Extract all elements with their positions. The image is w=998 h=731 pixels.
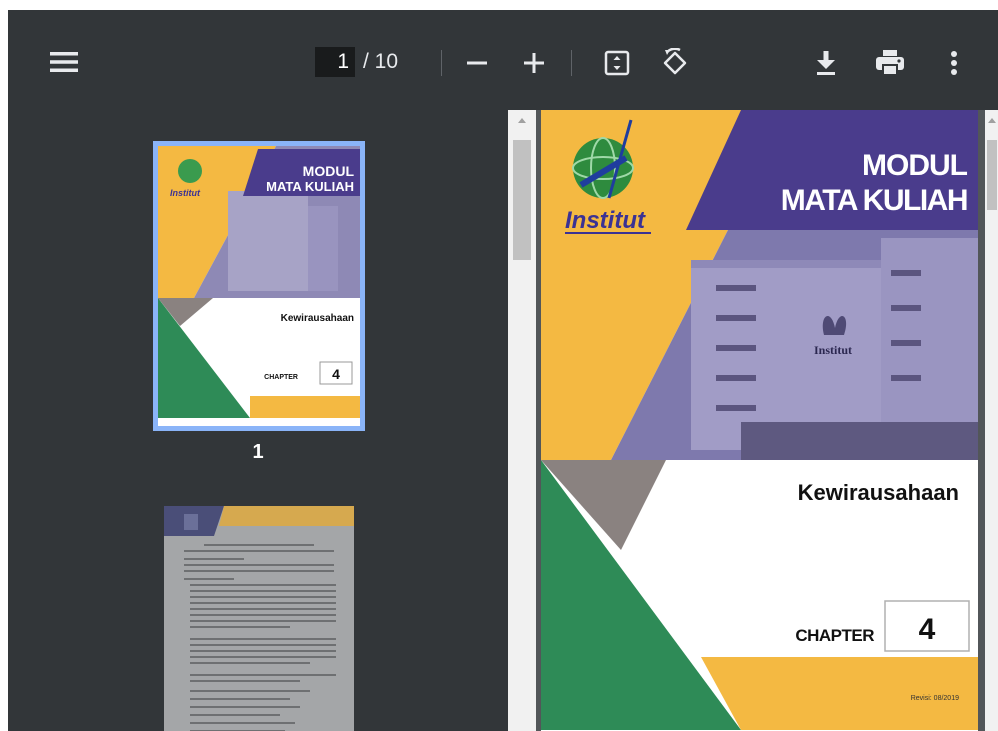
cover-institution: Institut bbox=[565, 207, 646, 234]
minus-icon[interactable] bbox=[462, 48, 492, 78]
thumb-chapter-label: CHAPTER bbox=[264, 374, 298, 381]
viewer-scrollbar[interactable] bbox=[985, 110, 998, 731]
cover-revision: Revisi: 08/2019 bbox=[911, 695, 959, 702]
page-number-input[interactable]: 1 bbox=[315, 47, 355, 77]
scrollbar-thumb[interactable] bbox=[987, 140, 997, 210]
thumb-title-line2: MATA KULIAH bbox=[266, 179, 354, 194]
sidebar-scrollbar[interactable] bbox=[508, 110, 536, 731]
cover-chapter-label: CHAPTER bbox=[795, 626, 874, 645]
hamburger-menu-icon[interactable] bbox=[42, 48, 86, 76]
cover-gold-footer bbox=[701, 657, 978, 730]
pdf-viewer: 1 / 10 MODUL MATA KULIAH Institut Kewira… bbox=[8, 10, 998, 731]
thumb-institution: Institut bbox=[170, 188, 201, 198]
thumbnail-page-1[interactable]: MODUL MATA KULIAH Institut Kewirausahaan… bbox=[153, 141, 365, 431]
rotate-counterclockwise-icon[interactable] bbox=[659, 46, 693, 80]
thumb-globe-logo bbox=[178, 159, 202, 183]
document-viewer[interactable]: Institut MODUL MATA KULIAH Institut Kewi… bbox=[508, 110, 998, 731]
more-vert-icon[interactable] bbox=[940, 47, 968, 79]
fit-to-page-icon[interactable] bbox=[601, 47, 633, 79]
thumb-course: Kewirausahaan bbox=[281, 313, 354, 324]
thumbnail-page-2[interactable] bbox=[164, 506, 354, 731]
pdf-page-1: Institut MODUL MATA KULIAH Institut Kewi… bbox=[541, 110, 978, 731]
scroll-up-arrow-icon[interactable] bbox=[985, 110, 998, 130]
toolbar: 1 / 10 bbox=[8, 10, 998, 110]
plus-icon[interactable] bbox=[519, 48, 549, 78]
print-icon[interactable] bbox=[873, 47, 907, 79]
building-sign: Institut bbox=[814, 343, 852, 357]
cover-chapter-number: 4 bbox=[919, 613, 936, 646]
thumbnail-sidebar: MODUL MATA KULIAH Institut Kewirausahaan… bbox=[8, 110, 508, 731]
cover-title-line1: MODUL bbox=[862, 149, 968, 182]
thumb-title-line1: MODUL bbox=[303, 163, 355, 179]
toolbar-divider bbox=[441, 50, 442, 76]
scroll-up-arrow-icon[interactable] bbox=[508, 110, 536, 130]
scrollbar-thumb[interactable] bbox=[513, 140, 531, 260]
cover-course-title: Kewirausahaan bbox=[798, 480, 959, 505]
cover-title-line2: MATA KULIAH bbox=[781, 184, 967, 217]
toolbar-divider bbox=[571, 50, 572, 76]
thumbnail-page-number: 1 bbox=[252, 441, 264, 463]
thumb-chapter-number: 4 bbox=[332, 366, 340, 382]
page-total: / 10 bbox=[363, 50, 399, 73]
download-icon[interactable] bbox=[811, 47, 841, 79]
